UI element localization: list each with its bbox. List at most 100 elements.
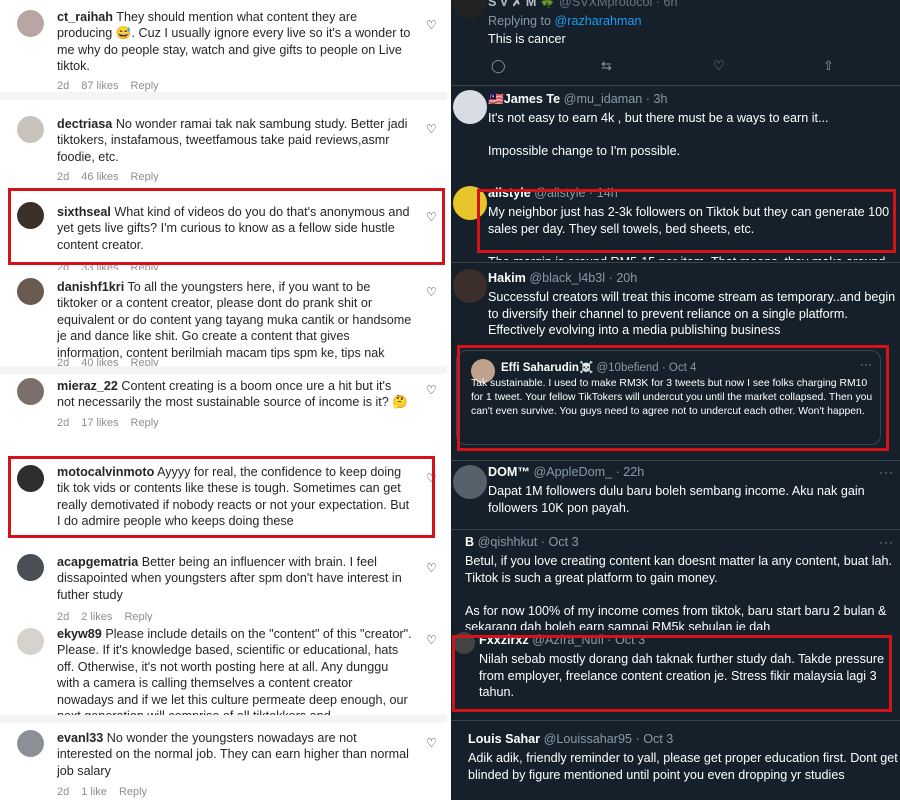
- reply-button[interactable]: Reply: [124, 611, 152, 622]
- heart-icon[interactable]: ♡: [426, 384, 437, 396]
- tweet: Louis Sahar @Louissahar95 · Oct 3 Adik a…: [451, 721, 900, 800]
- avatar[interactable]: [17, 554, 44, 581]
- tweet-author[interactable]: B: [465, 535, 474, 549]
- tweet-handle[interactable]: @black_l4b3l · 20h: [529, 271, 637, 285]
- retweet-icon[interactable]: ⇆: [601, 58, 612, 74]
- quote-handle[interactable]: @10befiend · Oct 4: [596, 362, 696, 374]
- comment-username[interactable]: evanl33: [57, 731, 103, 745]
- comment-likes[interactable]: 33 likes: [81, 262, 118, 270]
- tweet-author[interactable]: DOM™: [488, 465, 530, 479]
- tweet-author[interactable]: Louis Sahar: [468, 732, 540, 746]
- tweet-handle[interactable]: @Azfra_Nufi · Oct 3: [532, 633, 645, 647]
- tweet-handle[interactable]: @qishhkut · Oct 3: [478, 535, 579, 549]
- heart-icon[interactable]: ♡: [426, 123, 437, 135]
- tweet-text: Dapat 1M followers dulu baru boleh semba…: [488, 484, 865, 515]
- comment-username[interactable]: motocalvinmoto: [57, 465, 154, 479]
- tweet-header: S V ✗ M 🍀 @SVXMprotocol · 6h: [488, 0, 678, 10]
- tweet-author[interactable]: S V ✗ M 🍀: [488, 0, 556, 9]
- heart-icon[interactable]: ♡: [426, 286, 437, 298]
- comment-username[interactable]: acapgematria: [57, 555, 138, 569]
- avatar[interactable]: [17, 10, 44, 37]
- comment-username[interactable]: ekyw89: [57, 627, 102, 641]
- comment-text: ekyw89 Please include details on the "co…: [57, 626, 412, 715]
- tweet-header: Fxxzirxz @Azfra_Nufi · Oct 3: [479, 633, 645, 647]
- comment-username[interactable]: ct_raihah: [57, 10, 113, 24]
- avatar[interactable]: [453, 632, 475, 654]
- comment-likes[interactable]: 40 likes: [81, 357, 118, 366]
- comment-text: mieraz_22 Content creating is a boom onc…: [57, 378, 412, 411]
- separator: [0, 715, 447, 723]
- comment-username[interactable]: danishf1kri: [57, 280, 124, 294]
- comment-item: sixthseal What kind of videos do you do …: [0, 182, 447, 270]
- comment-meta: 2d 33 likes Reply: [57, 262, 171, 270]
- comment-username[interactable]: sixthseal: [57, 205, 111, 219]
- more-icon[interactable]: ···: [860, 357, 872, 371]
- heart-icon[interactable]: ♡: [426, 737, 437, 749]
- avatar[interactable]: [453, 186, 487, 220]
- tweet-handle[interactable]: @allstyle · 14h: [534, 186, 617, 200]
- avatar[interactable]: [17, 378, 44, 405]
- comment-text: evanl33 No wonder the youngsters nowaday…: [57, 730, 412, 779]
- reply-button[interactable]: Reply: [131, 357, 159, 366]
- comment-username[interactable]: dectriasa: [57, 117, 112, 131]
- reply-button[interactable]: Reply: [119, 786, 147, 798]
- heart-icon[interactable]: ♡: [426, 562, 437, 574]
- tweet: allstyle @allstyle · 14h My neighbor jus…: [451, 182, 900, 262]
- avatar[interactable]: [17, 278, 44, 305]
- comment-likes[interactable]: 2 likes: [81, 611, 112, 622]
- comment-meta: 2d 2 likes Reply: [57, 611, 165, 622]
- avatar[interactable]: [17, 628, 44, 655]
- comment-item: acapgematria Better being an influencer …: [0, 542, 447, 622]
- tweet-handle[interactable]: @SVXMprotocol · 6h: [559, 0, 677, 9]
- more-icon[interactable]: ···: [879, 465, 894, 479]
- avatar[interactable]: [17, 465, 44, 492]
- tweet-author[interactable]: allstyle: [488, 186, 531, 200]
- comment-likes[interactable]: 17 likes: [81, 417, 118, 429]
- comment-likes[interactable]: 1 like: [81, 786, 107, 798]
- avatar[interactable]: [453, 465, 487, 499]
- comment-text: motocalvinmoto Ayyyy for real, the confi…: [57, 464, 412, 530]
- tweet-author[interactable]: Fxxzirxz: [479, 633, 529, 647]
- avatar[interactable]: [453, 0, 487, 18]
- tweet-handle[interactable]: @mu_idaman · 3h: [564, 92, 668, 106]
- comment-likes[interactable]: 87 likes: [81, 80, 118, 92]
- avatar[interactable]: [17, 730, 44, 757]
- like-icon[interactable]: ♡: [713, 58, 725, 74]
- tweet-text: Nilah sebab mostly dorang dah taknak fur…: [479, 652, 885, 699]
- avatar[interactable]: [453, 269, 487, 303]
- tweet-handle[interactable]: @AppleDom_ · 22h: [533, 465, 644, 479]
- heart-icon[interactable]: ♡: [426, 19, 437, 31]
- heart-icon[interactable]: ♡: [426, 634, 437, 646]
- reply-button[interactable]: Reply: [131, 171, 159, 182]
- avatar[interactable]: [17, 116, 44, 143]
- heart-icon[interactable]: ♡: [426, 211, 437, 223]
- comment-time: 2d: [57, 262, 70, 270]
- comment-time: 2d: [57, 611, 70, 622]
- tweet-author[interactable]: Hakim: [488, 271, 526, 285]
- reply-icon[interactable]: ◯: [491, 58, 506, 74]
- reply-button[interactable]: Reply: [131, 417, 159, 429]
- reply-button[interactable]: Reply: [131, 80, 159, 92]
- comment-item: ct_raihah They should mention what conte…: [0, 0, 447, 92]
- avatar[interactable]: [17, 202, 44, 229]
- quote-author[interactable]: Effi Saharudin: [501, 362, 579, 374]
- comment-text: sixthseal What kind of videos do you do …: [57, 204, 412, 253]
- tweet-handle[interactable]: @Louissahar95 · Oct 3: [544, 732, 674, 746]
- comment-username[interactable]: mieraz_22: [57, 379, 118, 393]
- avatar[interactable]: [453, 90, 487, 124]
- separator: [0, 366, 447, 374]
- share-icon[interactable]: ⇧: [823, 58, 834, 74]
- reply-button[interactable]: Reply: [131, 262, 159, 270]
- more-icon[interactable]: ···: [879, 535, 894, 549]
- instagram-comments-panel: ct_raihah They should mention what conte…: [0, 0, 447, 800]
- comment-likes[interactable]: 46 likes: [81, 171, 118, 182]
- tweet: S V ✗ M 🍀 @SVXMprotocol · 6h Replying to…: [451, 0, 900, 85]
- replying-link[interactable]: @razharahman: [555, 14, 642, 28]
- tweet-text: This is cancer: [488, 32, 566, 46]
- tweet-text: It's not easy to earn 4k , but there mus…: [488, 111, 829, 158]
- quote-header: Effi Saharudin☠️ @10befiend · Oct 4: [501, 360, 696, 374]
- tweet-author[interactable]: James Te: [504, 92, 560, 106]
- heart-icon[interactable]: ♡: [426, 472, 437, 484]
- quote-tweet-card[interactable]: Effi Saharudin☠️ @10befiend · Oct 4 ··· …: [456, 350, 881, 445]
- comment-item: danishf1kri To all the youngsters here, …: [0, 270, 447, 366]
